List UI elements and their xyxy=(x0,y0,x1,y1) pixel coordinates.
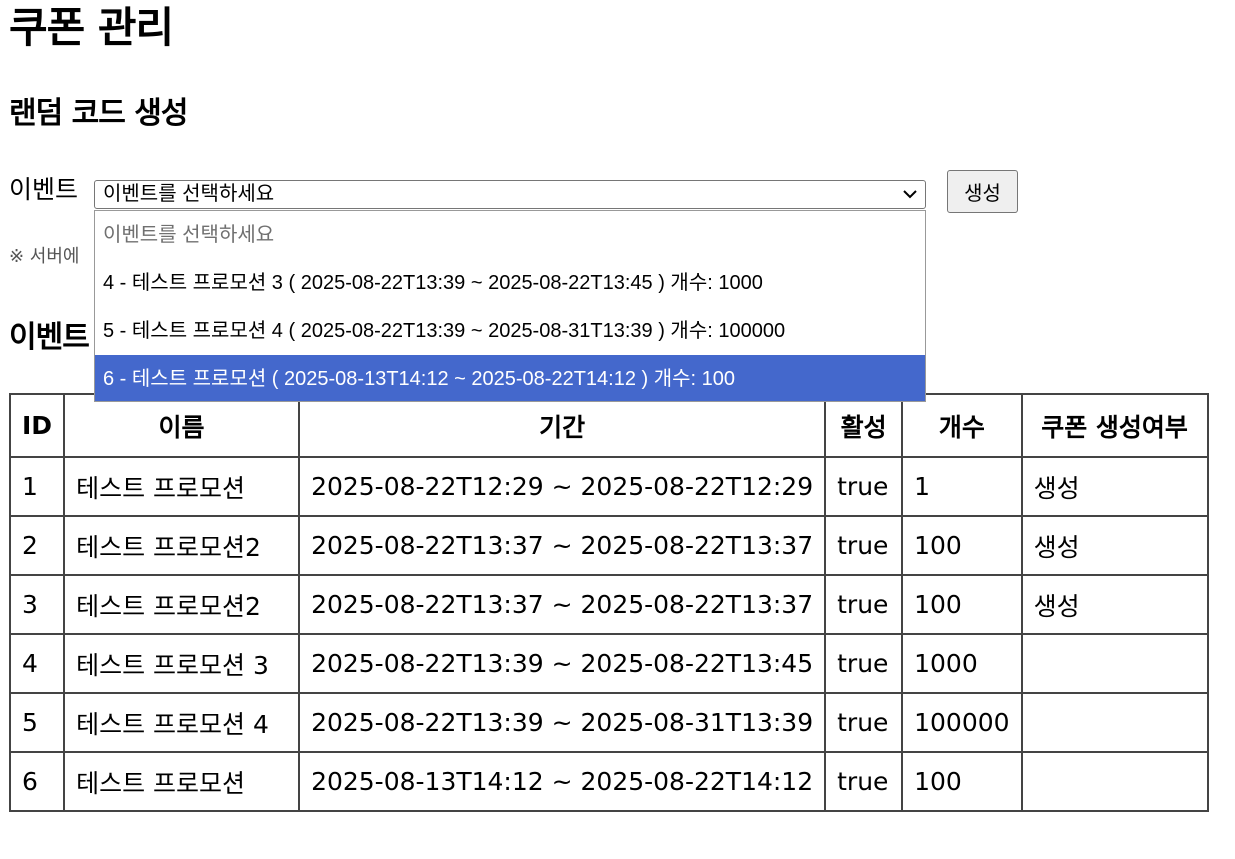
table-cell: 2 xyxy=(8,515,66,576)
event-list-heading: 이벤트 xyxy=(9,320,90,355)
generate-button[interactable]: 생성 xyxy=(947,170,1018,213)
table-cell: 생성 xyxy=(1020,515,1209,576)
table-cell: 2025-08-22T12:29 ~ 2025-08-22T12:29 xyxy=(298,456,827,517)
column-header: 쿠폰 생성여부 xyxy=(1020,393,1209,458)
table-cell: 100 xyxy=(901,574,1023,635)
table-cell: 2025-08-22T13:37 ~ 2025-08-22T13:37 xyxy=(298,574,827,635)
column-header: 활성 xyxy=(824,393,904,458)
table-cell: 생성 xyxy=(1020,574,1209,635)
page-title: 쿠폰 관리 xyxy=(9,3,174,52)
table-cell: 2025-08-13T14:12 ~ 2025-08-22T14:12 xyxy=(298,751,827,812)
table-cell: 2025-08-22T13:39 ~ 2025-08-22T13:45 xyxy=(298,633,827,694)
table-cell: 테스트 프로모션 4 xyxy=(63,692,301,753)
table-row: 5 테스트 프로모션 4 2025-08-22T13:39 ~ 2025-08-31… xyxy=(8,692,1209,753)
table-cell: 테스트 프로모션2 xyxy=(63,574,301,635)
table-cell: 테스트 프로모션 xyxy=(63,751,301,812)
dropdown-option[interactable]: 이벤트를 선택하세요 xyxy=(95,211,925,259)
table-cell: true xyxy=(824,633,904,694)
column-header: 이름 xyxy=(63,393,301,458)
event-select-dropdown[interactable]: 이벤트를 선택하세요 4 - 테스트 프로모션 3 ( 2025-08-22T13… xyxy=(94,210,926,402)
table-cell: 4 xyxy=(8,633,66,694)
event-select[interactable]: 이벤트를 선택하세요 xyxy=(94,180,926,209)
table-cell: 3 xyxy=(8,574,66,635)
table-cell xyxy=(1020,751,1209,812)
table-cell: 테스트 프로모션2 xyxy=(63,515,301,576)
table-cell: true xyxy=(824,751,904,812)
random-code-section-title: 랜덤 코드 생성 xyxy=(9,96,188,131)
table-header-row: ID 이름 기간 활성 개수 쿠폰 생성여부 xyxy=(8,393,1209,458)
table-cell: 테스트 프로모션 xyxy=(63,456,301,517)
table-cell: 100000 xyxy=(901,692,1023,753)
table-cell: true xyxy=(824,456,904,517)
table-cell: 100 xyxy=(901,751,1023,812)
dropdown-option[interactable]: 5 - 테스트 프로모션 4 ( 2025-08-22T13:39 ~ 2025… xyxy=(95,307,925,355)
table-row: 1 테스트 프로모션 2025-08-22T12:29 ~ 2025-08-22T1… xyxy=(8,456,1209,517)
table-cell: true xyxy=(824,692,904,753)
table-cell xyxy=(1020,633,1209,694)
table-cell: 2025-08-22T13:39 ~ 2025-08-31T13:39 xyxy=(298,692,827,753)
table-cell: 6 xyxy=(8,751,66,812)
table-cell: 생성 xyxy=(1020,456,1209,517)
server-note: ※ 서버에 xyxy=(9,246,80,267)
table-cell: 1 xyxy=(8,456,66,517)
table-cell: 1000 xyxy=(901,633,1023,694)
table-cell: 5 xyxy=(8,692,66,753)
event-table: ID 이름 기간 활성 개수 쿠폰 생성여부 1 테스트 프로모션 2025-08-22T12… xyxy=(8,393,1209,812)
table-row: 6 테스트 프로모션 2025-08-13T14:12 ~ 2025-08-22T1… xyxy=(8,751,1209,812)
table-cell: true xyxy=(824,515,904,576)
event-select-value: 이벤트를 선택하세요 xyxy=(103,183,275,205)
table-row: 3 테스트 프로모션2 2025-08-22T13:37 ~ 2025-08-22T… xyxy=(8,574,1209,635)
chevron-down-icon xyxy=(903,190,917,199)
column-header: 개수 xyxy=(901,393,1023,458)
table-row: 4 테스트 프로모션 3 2025-08-22T13:39 ~ 2025-08-22… xyxy=(8,633,1209,694)
table-cell: 1 xyxy=(901,456,1023,517)
table-cell: 2025-08-22T13:37 ~ 2025-08-22T13:37 xyxy=(298,515,827,576)
column-header: ID xyxy=(8,393,66,458)
table-row: 2 테스트 프로모션2 2025-08-22T13:37 ~ 2025-08-22T… xyxy=(8,515,1209,576)
dropdown-option[interactable]: 4 - 테스트 프로모션 3 ( 2025-08-22T13:39 ~ 2025… xyxy=(95,259,925,307)
table-cell xyxy=(1020,692,1209,753)
table-cell: 100 xyxy=(901,515,1023,576)
table-cell: 테스트 프로모션 3 xyxy=(63,633,301,694)
column-header: 기간 xyxy=(298,393,827,458)
dropdown-option[interactable]: 6 - 테스트 프로모션 ( 2025-08-13T14:12 ~ 2025-0… xyxy=(95,355,925,401)
table-cell: true xyxy=(824,574,904,635)
event-select-label: 이벤트 xyxy=(9,175,79,204)
